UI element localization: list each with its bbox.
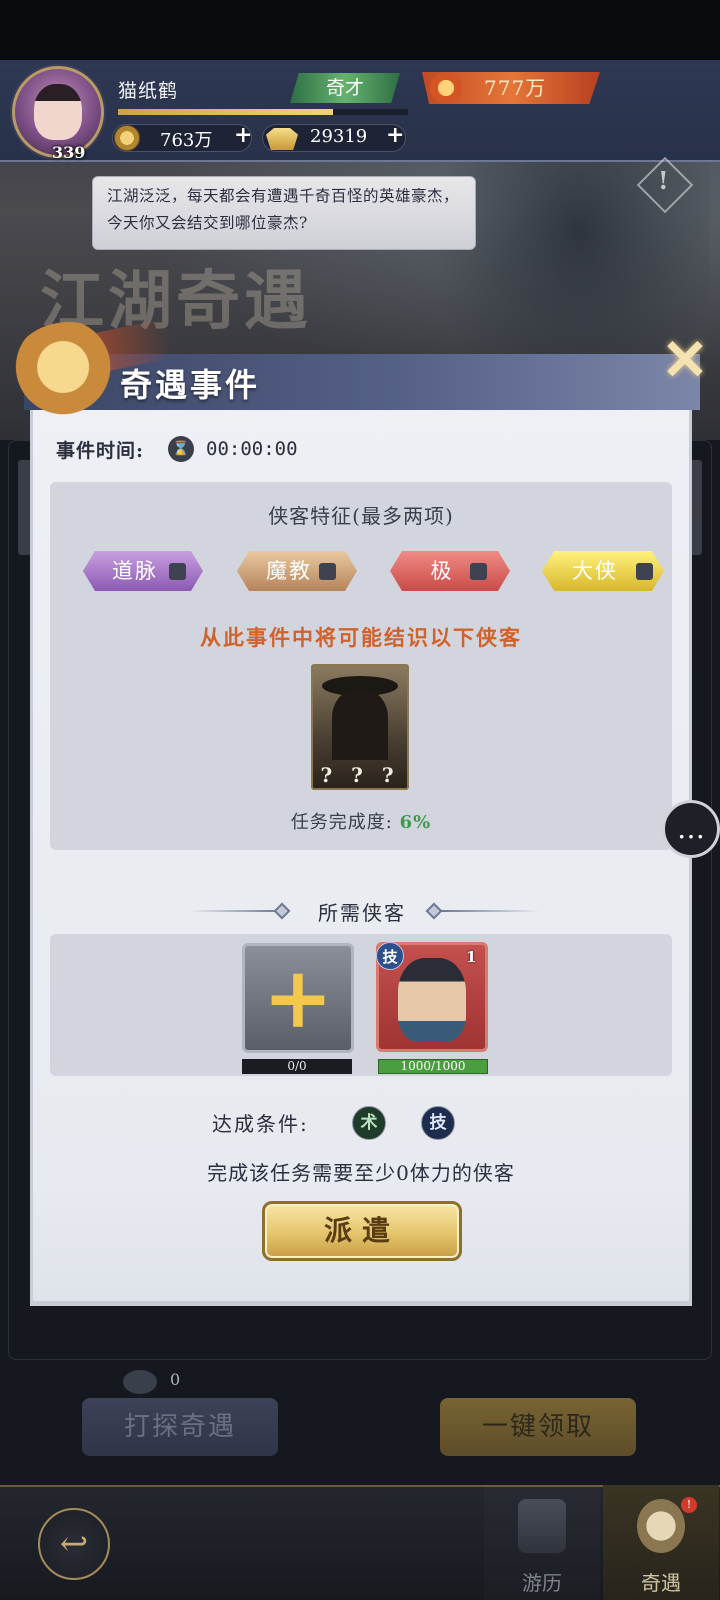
trait-label: 大侠 (572, 559, 618, 583)
required-heroes-panel (50, 934, 672, 1076)
trait-tag-daomai[interactable]: 道脉 (83, 551, 203, 591)
rank-badge: 奇才 (290, 73, 400, 103)
collect-all-button[interactable]: 一键领取 (440, 1398, 636, 1456)
add-coins-button[interactable]: + (234, 122, 252, 148)
mask-icon (637, 1499, 685, 1553)
player-level: 339 (52, 143, 86, 162)
condition-label: 达成条件: (212, 1112, 309, 1136)
gold-ingot-icon (266, 128, 298, 150)
scroll-icon (518, 1499, 566, 1553)
chat-button[interactable]: … (662, 800, 720, 858)
back-button[interactable]: ↩ (38, 1508, 110, 1580)
explore-encounter-button[interactable]: 打探奇遇 (82, 1398, 278, 1456)
player-name: 猫纸鹤 (118, 80, 179, 102)
trait-tag-mojiao[interactable]: 魔教 (237, 551, 357, 591)
coin-icon (114, 125, 140, 151)
trait-label: 极 (430, 559, 454, 583)
trait-label: 道脉 (112, 559, 158, 583)
dialog-title: 奇遇事件 (120, 366, 261, 404)
condition-art-icon: 术 (352, 1106, 386, 1140)
event-time-label: 事件时间: (56, 440, 145, 462)
status-bar-area (0, 0, 720, 60)
tab-encounter[interactable]: 奇遇 (603, 1485, 719, 1600)
hero-stamina-bar: 1000/1000 (378, 1059, 488, 1074)
warning-icon-mark: ! (658, 166, 669, 195)
close-button[interactable]: ✕ (660, 332, 710, 392)
required-heroes-title: 所需侠客 (318, 901, 406, 925)
possible-heroes-text: 从此事件中将可能结识以下侠客 (200, 625, 522, 650)
trait-checkbox[interactable] (636, 563, 653, 580)
header-emblem-icon (10, 322, 128, 422)
npc-speech-bubble: 江湖泛泛，每天都会有遭遇千奇百怪的英雄豪杰，今天你又会结交到哪位豪杰? (92, 176, 476, 250)
tab-travel[interactable]: 游历 (484, 1485, 600, 1600)
tab-encounter-label: 奇遇 (641, 1571, 681, 1595)
avatar-portrait (34, 84, 82, 140)
traits-title: 侠客特征(最多两项) (268, 504, 454, 528)
power-icon (428, 74, 464, 102)
task-progress: 任务完成度: 6% (50, 808, 672, 834)
divider-right (440, 910, 540, 912)
coin-amount: 763万 (160, 130, 213, 151)
exp-bar-fill (118, 109, 333, 115)
dispatch-button[interactable]: 派遣 (262, 1201, 462, 1261)
trait-checkbox[interactable] (470, 563, 487, 580)
hero-star-level: 1 (466, 948, 477, 966)
skill-type-badge: 技 (376, 942, 404, 970)
trait-tag-daxia[interactable]: 大侠 (542, 551, 664, 591)
tab-travel-label: 游历 (522, 1571, 562, 1595)
ingot-amount: 29319 (310, 126, 368, 147)
mystery-hero-label: ? ? ? (320, 763, 400, 787)
notification-badge: ! (681, 1497, 697, 1513)
hourglass-icon: ⌛ (168, 436, 194, 462)
trait-tag-ji[interactable]: 极 (390, 551, 510, 591)
divider-left (190, 910, 280, 912)
task-progress-value: 6% (399, 812, 432, 833)
mystery-hero-silhouette (332, 690, 388, 760)
scout-token-count: 0 (170, 1370, 181, 1389)
condition-skill-icon: 技 (421, 1106, 455, 1140)
requirement-text: 完成该任务需要至少0体力的侠客 (207, 1161, 515, 1185)
trait-checkbox[interactable] (169, 563, 186, 580)
task-progress-label: 任务完成度: (290, 812, 393, 833)
add-slot-count: 0/0 (242, 1059, 352, 1074)
trait-checkbox[interactable] (319, 563, 336, 580)
add-ingots-button[interactable]: + (386, 122, 404, 148)
plus-icon: + (262, 948, 334, 1047)
hero-portrait (398, 958, 466, 1042)
trait-label: 魔教 (266, 559, 312, 583)
scout-token-icon (123, 1370, 157, 1394)
event-time-value: 00:00:00 (206, 438, 298, 460)
